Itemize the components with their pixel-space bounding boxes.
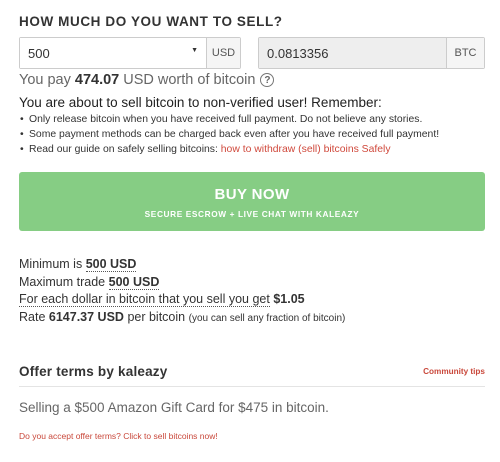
- rate-suffix: per bitcoin: [127, 309, 186, 324]
- minimum-value: 500 USD: [85, 257, 137, 272]
- buy-now-button[interactable]: BUY NOW SECURE ESCROW + LIVE CHAT WITH K…: [19, 172, 485, 231]
- guide-prefix: Read our guide on safely selling bitcoin…: [29, 144, 218, 155]
- buy-now-label: BUY NOW: [214, 186, 290, 203]
- btc-amount-input[interactable]: [259, 38, 446, 68]
- you-pay-summary: You pay 474.07 USD worth of bitcoin ?: [19, 72, 275, 88]
- question-circle-icon[interactable]: ?: [260, 73, 275, 87]
- btc-currency-addon: BTC: [446, 38, 484, 68]
- rate-value: 6147.37 USD: [48, 309, 124, 324]
- warning-list: Only release bitcoin when you have recei…: [19, 112, 489, 157]
- rate-line: Rate 6147.37 USD per bitcoin (you can se…: [19, 309, 345, 327]
- warning-item-guide: Read our guide on safely selling bitcoin…: [19, 142, 489, 157]
- you-pay-suffix: USD worth of bitcoin: [123, 72, 256, 88]
- per-dollar-value: $1.05: [273, 292, 305, 306]
- per-dollar-line: For each dollar in bitcoin that you sell…: [19, 291, 345, 309]
- amount-row: ▼ USD BTC: [19, 37, 485, 69]
- warning-item: Only release bitcoin when you have recei…: [19, 112, 489, 127]
- offer-terms-header: Offer terms by kaleazy Community tips: [19, 364, 485, 386]
- trade-limits: Minimum is 500 USD Maximum trade 500 USD…: [19, 256, 345, 326]
- btc-input-group: BTC: [258, 37, 485, 69]
- warning-title: You are about to sell bitcoin to non-ver…: [19, 95, 382, 110]
- rate-note: (you can sell any fraction of bitcoin): [188, 312, 346, 324]
- maximum-line: Maximum trade 500 USD: [19, 274, 345, 292]
- maximum-label: Maximum trade: [19, 274, 106, 289]
- rate-label: Rate: [19, 309, 46, 324]
- page-heading: HOW MUCH DO YOU WANT TO SELL?: [19, 14, 283, 29]
- per-dollar-label: For each dollar in bitcoin that you sell…: [19, 292, 270, 307]
- you-pay-prefix: You pay: [19, 72, 71, 88]
- amount-field-wrapper: ▼: [20, 38, 206, 68]
- you-pay-amount: 474.07: [74, 72, 120, 88]
- maximum-value: 500 USD: [108, 274, 160, 290]
- warning-item: Some payment methods can be charged back…: [19, 127, 489, 142]
- accept-terms-link[interactable]: Do you accept offer terms? Click to sell…: [19, 431, 218, 441]
- offer-divider: [19, 386, 485, 387]
- minimum-label: Minimum is: [19, 257, 83, 271]
- offer-terms-title: Offer terms by kaleazy: [19, 364, 168, 379]
- amount-input-group: ▼ USD: [19, 37, 241, 69]
- guide-link[interactable]: how to withdraw (sell) bitcoins Safely: [221, 144, 391, 155]
- buy-now-sublabel: SECURE ESCROW + LIVE CHAT WITH KALEAZY: [144, 209, 360, 219]
- community-tips-link[interactable]: Community tips: [423, 367, 485, 376]
- usd-currency-addon: USD: [206, 38, 240, 68]
- offer-terms-text: Selling a $500 Amazon Gift Card for $475…: [19, 400, 329, 415]
- amount-input[interactable]: [20, 38, 206, 68]
- caret-down-icon[interactable]: ▼: [191, 47, 198, 54]
- minimum-line: Minimum is 500 USD: [19, 256, 345, 274]
